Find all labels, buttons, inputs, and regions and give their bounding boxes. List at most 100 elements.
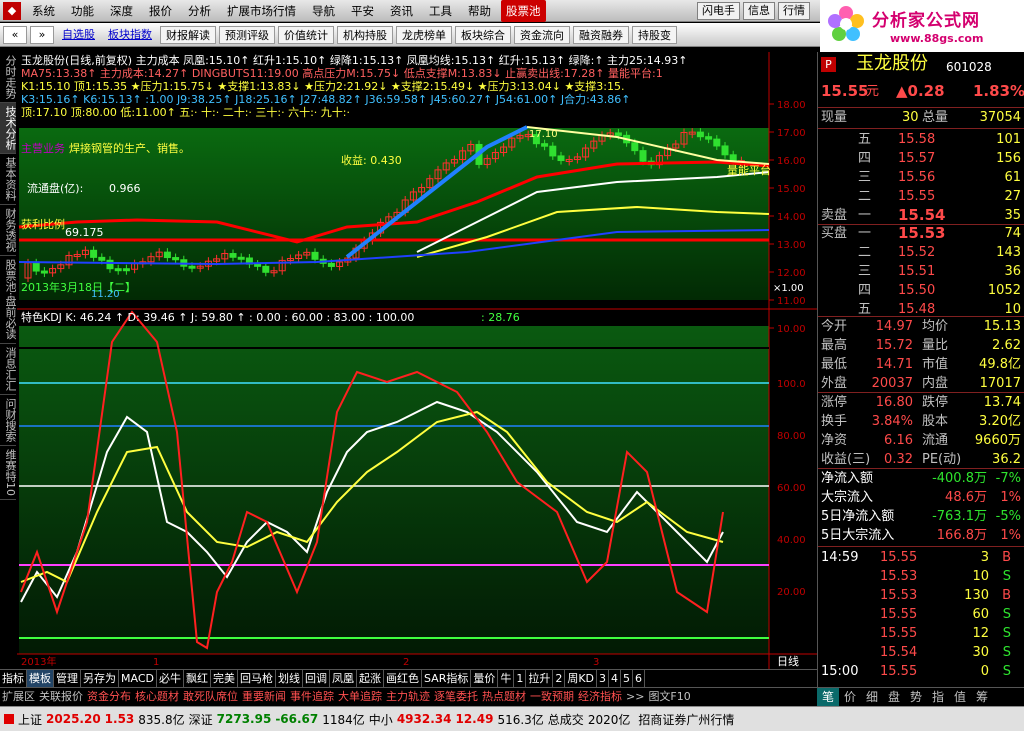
left-tab[interactable]: 基本资料 bbox=[0, 154, 16, 205]
indicator-tab[interactable]: SAR指标 bbox=[422, 670, 471, 687]
book-volume: 74 bbox=[1004, 224, 1021, 243]
indicator-tab[interactable]: 起涨 bbox=[357, 670, 384, 687]
left-tab[interactable]: 分时走势 bbox=[0, 52, 16, 103]
stock-name: 玉龙股份 bbox=[856, 54, 928, 73]
menu-item[interactable]: 导航 bbox=[304, 0, 343, 22]
menu-item[interactable]: 功能 bbox=[63, 0, 102, 22]
toolbar-button[interactable]: 财报解读 bbox=[160, 26, 216, 44]
indicator-tab[interactable]: 模板 bbox=[27, 670, 54, 687]
info-line-2: MA75:13.38↑ 主力成本:14.27↑ DINGBUTS11:19.00… bbox=[21, 66, 663, 80]
toolbar-button[interactable]: 机构持股 bbox=[337, 26, 393, 44]
toolbar-button[interactable]: 持股变 bbox=[632, 26, 677, 44]
indicator-tab[interactable]: 画红色 bbox=[384, 670, 422, 687]
menu-item[interactable]: 平安 bbox=[343, 0, 382, 22]
candle-body bbox=[164, 252, 170, 257]
toolbar-button[interactable]: 价值统计 bbox=[278, 26, 334, 44]
menu-item[interactable]: 报价 bbox=[141, 0, 180, 22]
toolbar-button[interactable]: 融资融券 bbox=[573, 26, 629, 44]
menu-right-button[interactable]: 行情 bbox=[778, 2, 810, 20]
indicator-tab[interactable]: 指标 bbox=[0, 670, 27, 687]
left-tab[interactable]: 股票池·盘前必读 bbox=[0, 256, 16, 344]
feature-tab[interactable]: 敢死队席位 bbox=[181, 688, 240, 705]
total-label: 总成交 bbox=[548, 711, 584, 728]
quote-tab[interactable]: 细 bbox=[861, 688, 883, 706]
indicator-tab[interactable]: 必牛 bbox=[157, 670, 184, 687]
indicator-tab[interactable]: 1 bbox=[514, 670, 526, 687]
toolbar-button[interactable]: 预测评级 bbox=[219, 26, 275, 44]
menu-item[interactable]: 资讯 bbox=[382, 0, 421, 22]
platform-label: 量能平台 bbox=[727, 163, 771, 177]
quote-tab[interactable]: 势 bbox=[905, 688, 927, 706]
left-tab[interactable]: 技术分析 bbox=[0, 103, 16, 154]
menu-item[interactable]: 分析 bbox=[180, 0, 219, 22]
feature-tab[interactable]: 经济指标 bbox=[576, 688, 624, 705]
indicator-tab[interactable]: 划线 bbox=[276, 670, 303, 687]
feature-tab[interactable]: 事件追踪 bbox=[288, 688, 336, 705]
feature-tab[interactable]: 核心题材 bbox=[133, 688, 181, 705]
indicator-tab[interactable]: 管理 bbox=[54, 670, 81, 687]
toolbar-button[interactable]: 资金流向 bbox=[514, 26, 570, 44]
indicator-tab[interactable]: 回调 bbox=[303, 670, 330, 687]
feature-tab[interactable]: 资金分布 bbox=[85, 688, 133, 705]
indicator-tab[interactable]: 4 bbox=[609, 670, 621, 687]
toolbar-link[interactable]: 自选股 bbox=[57, 26, 100, 44]
feature-tab[interactable]: 一致预期 bbox=[528, 688, 576, 705]
book-volume: 101 bbox=[996, 130, 1021, 149]
nav-back-button[interactable]: « bbox=[3, 26, 27, 44]
quote-tab[interactable]: 值 bbox=[949, 688, 971, 706]
menu-item[interactable]: 系统 bbox=[24, 0, 63, 22]
quote-tab[interactable]: 盘 bbox=[883, 688, 905, 706]
left-tab[interactable]: 维赛特10 bbox=[0, 446, 16, 500]
left-tab[interactable]: 消息汇汇 bbox=[0, 344, 16, 395]
quote-tab[interactable]: 筹 bbox=[971, 688, 993, 706]
x-tick-label: 2013年 bbox=[21, 655, 56, 668]
indicator-tab[interactable]: 2 bbox=[553, 670, 565, 687]
toolbar-button[interactable]: 龙虎榜单 bbox=[396, 26, 452, 44]
left-tab[interactable]: 财务透视 bbox=[0, 205, 16, 256]
book-price: 15.50 bbox=[898, 281, 935, 300]
feature-tab[interactable]: 热点题材 bbox=[480, 688, 528, 705]
sh-change: 1.53 bbox=[105, 712, 135, 726]
quote-tab[interactable]: 笔 bbox=[817, 688, 839, 706]
toolbar-link[interactable]: 板块指数 bbox=[103, 26, 157, 44]
indicator-tab[interactable]: 完美 bbox=[211, 670, 238, 687]
indicator-tab[interactable]: 飘红 bbox=[184, 670, 211, 687]
menu-right-button[interactable]: 信息 bbox=[743, 2, 775, 20]
indicator-tab[interactable]: 拉升 bbox=[526, 670, 553, 687]
quote-tab[interactable]: 价 bbox=[839, 688, 861, 706]
indicator-tab[interactable]: 回马枪 bbox=[238, 670, 276, 687]
stat-value: 14.97 bbox=[876, 317, 913, 336]
indicator-tab[interactable]: 5 bbox=[621, 670, 633, 687]
indicator-tab[interactable]: 另存为 bbox=[81, 670, 119, 687]
nav-forward-button[interactable]: » bbox=[30, 26, 54, 44]
stock-header: P 玉龙股份 601028 bbox=[818, 54, 1024, 76]
menu-right-button[interactable]: 闪电手 bbox=[697, 2, 740, 20]
menu-item[interactable]: 帮助 bbox=[460, 0, 499, 22]
stat-value: 16.80 bbox=[876, 393, 913, 412]
feature-tab[interactable]: 扩展区 bbox=[0, 688, 37, 705]
menu-item[interactable]: 深度 bbox=[102, 0, 141, 22]
indicator-tab[interactable]: 量价 bbox=[471, 670, 498, 687]
quote-tab[interactable]: 指 bbox=[927, 688, 949, 706]
indicator-tab[interactable]: 周KD bbox=[565, 670, 597, 687]
indicator-tab[interactable]: 牛 bbox=[498, 670, 514, 687]
feature-tab[interactable]: 图文F10 bbox=[646, 688, 692, 705]
indicator-tab[interactable]: 凤凰 bbox=[330, 670, 357, 687]
feature-tab[interactable]: 主力轨迹 bbox=[384, 688, 432, 705]
indicator-tab[interactable]: 6 bbox=[633, 670, 645, 687]
left-tab[interactable]: 问财搜索 bbox=[0, 395, 16, 446]
feature-tab[interactable]: 逐笔委托 bbox=[432, 688, 480, 705]
menu-stockpool[interactable]: 股票池 bbox=[501, 0, 546, 22]
toolbar-button[interactable]: 板块综合 bbox=[455, 26, 511, 44]
feature-tab[interactable]: >> bbox=[624, 688, 646, 705]
feature-tab[interactable]: 大单追踪 bbox=[336, 688, 384, 705]
kline-chart[interactable]: 18.00 17.00 16.00 15.00 14.00 13.00 12.00 11.00… bbox=[17, 52, 817, 682]
menu-item[interactable]: 工具 bbox=[421, 0, 460, 22]
indicator-tab[interactable]: 3 bbox=[597, 670, 609, 687]
feature-tab[interactable]: 关联报价 bbox=[37, 688, 85, 705]
menu-item[interactable]: 扩展市场行情 bbox=[219, 0, 304, 22]
tick-row: 15.55 12 S bbox=[818, 624, 1024, 643]
indicator-tab[interactable]: MACD bbox=[119, 670, 157, 687]
tick-price: 15.53 bbox=[880, 586, 917, 605]
feature-tab[interactable]: 重要新闻 bbox=[240, 688, 288, 705]
